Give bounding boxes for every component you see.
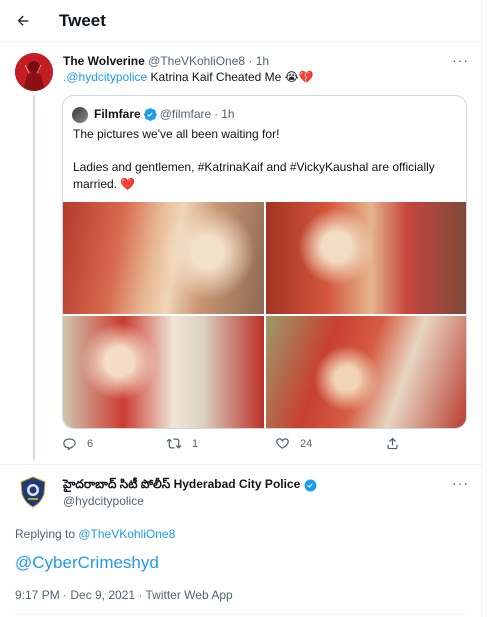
tweet-detail-page: Tweet The Wolverine @TheVKohliOne8 · 1h … [0, 0, 482, 617]
quoted-time: 1h [221, 107, 235, 121]
quoted-text-line1: The pictures we've all been waiting for! [73, 127, 280, 141]
quoted-tweet-header: Filmfare @filmfare · 1h [94, 107, 235, 121]
wedding-photo-4[interactable] [266, 316, 466, 428]
mention-link[interactable]: .@hydcitypolice [63, 70, 147, 84]
display-name: హైదరాబాద్ సిటీ పోలీస్ Hyderabad City Pol… [63, 477, 301, 491]
arrow-left-icon [17, 15, 29, 26]
quoted-text-line2: Ladies and gentlemen, #KatrinaKaif and #… [73, 159, 453, 193]
page-header: Tweet [0, 0, 482, 42]
verified-badge-icon [304, 479, 317, 492]
share-icon [387, 437, 398, 450]
broken-heart-emoji-icon: 💔 [298, 70, 314, 84]
retweet-count: 1 [192, 437, 199, 450]
page-title: Tweet [59, 11, 106, 30]
main-tweet-text[interactable]: @CyberCrimeshyd [15, 553, 159, 573]
avatar[interactable] [15, 53, 53, 91]
quoted-handle: @filmfare [159, 107, 212, 121]
avatar[interactable] [19, 476, 47, 508]
wedding-photo-2[interactable] [266, 202, 466, 314]
replying-to: Replying to @TheVKohliOne8 [15, 527, 175, 541]
wedding-photo-3[interactable] [63, 316, 264, 428]
tweet-metadata[interactable]: 9:17 PM · Dec 9, 2021 · Twitter Web App [15, 588, 233, 602]
divider [15, 614, 465, 615]
main-tweet-handle[interactable]: @hydcitypolice [63, 494, 144, 508]
wedding-photo-1[interactable] [63, 202, 264, 314]
main-tweet-display-name[interactable]: హైదరాబాద్ సిటీ పోలీస్ Hyderabad City Pol… [63, 477, 317, 494]
thread-connector-line [33, 95, 35, 460]
share-button[interactable] [385, 436, 400, 451]
photo-grid [63, 202, 466, 428]
more-options-button[interactable]: ··· [452, 52, 469, 68]
replying-prefix: Replying to [15, 527, 79, 541]
quoted-display-name: Filmfare [94, 107, 141, 121]
heart-emoji-icon: ❤️ [120, 177, 136, 191]
replying-to-link[interactable]: @TheVKohliOne8 [78, 527, 175, 541]
tweet-text: Katrina Kaif Cheated Me [147, 70, 282, 84]
reply-tweet-header: The Wolverine @TheVKohliOne8 · 1h [63, 54, 269, 68]
more-options-button[interactable]: ··· [452, 475, 469, 491]
reply-icon [63, 438, 76, 451]
separator-dot: · [248, 54, 253, 68]
wolverine-avatar-image [15, 53, 53, 91]
quoted-tweet-card[interactable]: Filmfare @filmfare · 1h The pictures we'… [62, 95, 467, 429]
police-badge-icon [20, 476, 46, 508]
retweet-icon [166, 438, 182, 449]
user-handle[interactable]: @TheVKohliOne8 [148, 54, 245, 68]
crying-emoji-icon: 😭 [284, 70, 299, 84]
heart-icon [276, 438, 289, 449]
reply-tweet-text: .@hydcitypolice Katrina Kaif Cheated Me … [63, 70, 314, 84]
tweet-time[interactable]: 1h [256, 54, 269, 68]
like-button[interactable]: 24 [275, 436, 312, 451]
separator-dot: · [214, 107, 219, 121]
reply-count: 6 [87, 437, 94, 450]
back-button[interactable] [10, 8, 36, 34]
tweet-action-bar: 6 1 24 [62, 436, 462, 456]
retweet-button[interactable]: 1 [166, 436, 198, 451]
like-count: 24 [300, 437, 313, 450]
divider [0, 464, 482, 465]
quoted-avatar [72, 107, 88, 123]
verified-badge-icon [143, 107, 157, 121]
reply-button[interactable]: 6 [62, 436, 93, 451]
display-name[interactable]: The Wolverine [63, 54, 145, 68]
